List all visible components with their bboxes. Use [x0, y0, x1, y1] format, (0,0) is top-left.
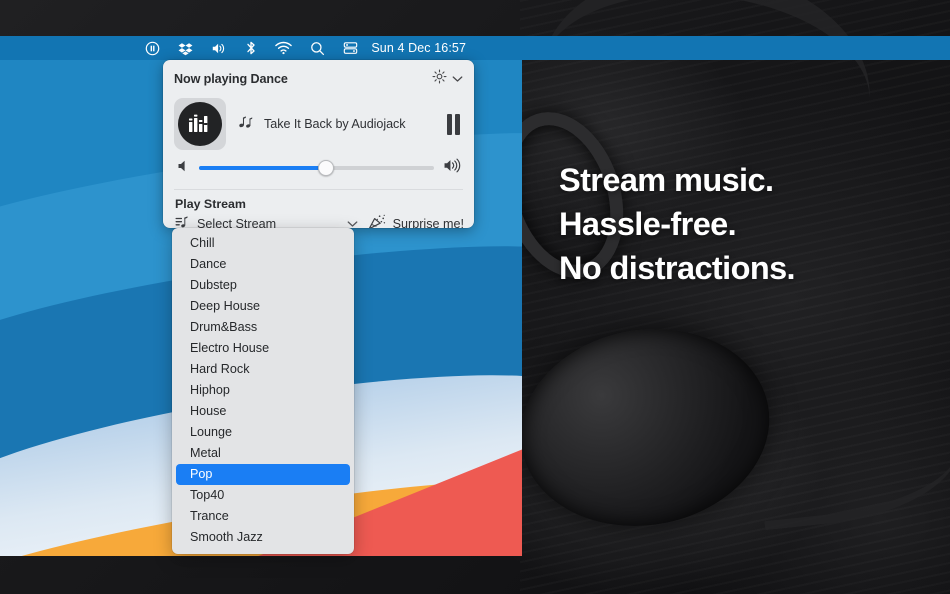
promo-line-1: Stream music.	[559, 162, 774, 198]
play-stream-label: Play Stream	[175, 197, 246, 211]
promo-headline: Stream music. Hassle-free. No distractio…	[559, 158, 944, 290]
list-item[interactable]: Metal	[176, 443, 350, 464]
list-item[interactable]: Hiphop	[176, 380, 350, 401]
list-item[interactable]: Hard Rock	[176, 359, 350, 380]
page-title: Now playing Dance	[174, 72, 288, 86]
list-item[interactable]: Deep House	[176, 296, 350, 317]
bluetooth-icon[interactable]	[236, 36, 266, 60]
select-stream-dropdown[interactable]: Select Stream	[175, 215, 358, 229]
chevron-down-icon[interactable]	[347, 217, 358, 229]
menubar-clock[interactable]: Sun 4 Dec 16:57	[367, 41, 476, 55]
chevron-down-icon[interactable]	[452, 70, 463, 88]
dropbox-icon[interactable]	[169, 36, 202, 60]
pause-button[interactable]	[446, 113, 463, 135]
list-item[interactable]: Dubstep	[176, 275, 350, 296]
now-playing-row: Take It Back by Audiojack	[163, 94, 474, 152]
control-center-icon[interactable]	[334, 36, 367, 60]
album-art[interactable]	[174, 98, 226, 150]
list-item[interactable]: Pop	[176, 464, 350, 485]
now-playing-popover: Now playing Dance Take It Back by Audioj…	[163, 60, 474, 228]
screenshot-stage: Stream music. Hassle-free. No distractio…	[0, 0, 950, 594]
pause-circle-icon[interactable]	[136, 36, 169, 60]
list-item[interactable]: Smooth Jazz	[176, 527, 350, 548]
list-item[interactable]: Electro House	[176, 338, 350, 359]
list-item[interactable]: House	[176, 401, 350, 422]
menu-bar: Sun 4 Dec 16:57	[0, 36, 950, 60]
playlist-icon	[175, 215, 190, 229]
surprise-me-button[interactable]: Surprise me!	[368, 214, 464, 228]
list-item[interactable]: Dance	[176, 254, 350, 275]
pause-bar-left	[446, 113, 452, 135]
list-item[interactable]: Chill	[176, 233, 350, 254]
volume-track-fill	[199, 166, 326, 170]
promo-line-3: No distractions.	[559, 250, 796, 286]
promo-line-2: Hassle-free.	[559, 206, 737, 242]
gear-icon[interactable]	[432, 69, 447, 89]
volume-row	[163, 152, 474, 178]
music-notes-icon	[239, 115, 256, 134]
list-item[interactable]: Drum&Bass	[176, 317, 350, 338]
track-title: Take It Back by Audiojack	[264, 117, 406, 131]
popover-header: Now playing Dance	[163, 60, 474, 94]
search-icon[interactable]	[301, 36, 334, 60]
volume-slider[interactable]	[199, 160, 434, 176]
track-info: Take It Back by Audiojack	[226, 115, 447, 134]
wifi-icon[interactable]	[266, 36, 301, 60]
volume-slider-thumb[interactable]	[317, 160, 334, 176]
equalizer-icon	[178, 102, 222, 146]
volume-icon[interactable]	[202, 36, 236, 60]
pause-bar-right	[455, 113, 460, 135]
surprise-me-label: Surprise me!	[392, 216, 464, 229]
list-item[interactable]: Top40	[176, 485, 350, 506]
select-stream-label: Select Stream	[197, 216, 277, 229]
volume-low-icon[interactable]	[176, 159, 190, 178]
popover-header-actions	[432, 69, 463, 89]
volume-high-icon[interactable]	[443, 158, 462, 178]
list-item[interactable]: Trance	[176, 506, 350, 527]
party-popper-icon	[368, 214, 386, 228]
stream-dropdown-menu: Chill Dance Dubstep Deep House Drum&Bass Elec…	[172, 228, 354, 554]
stream-controls-row: Select Stream Surprise me!	[163, 214, 474, 228]
list-item[interactable]: Lounge	[176, 422, 350, 443]
